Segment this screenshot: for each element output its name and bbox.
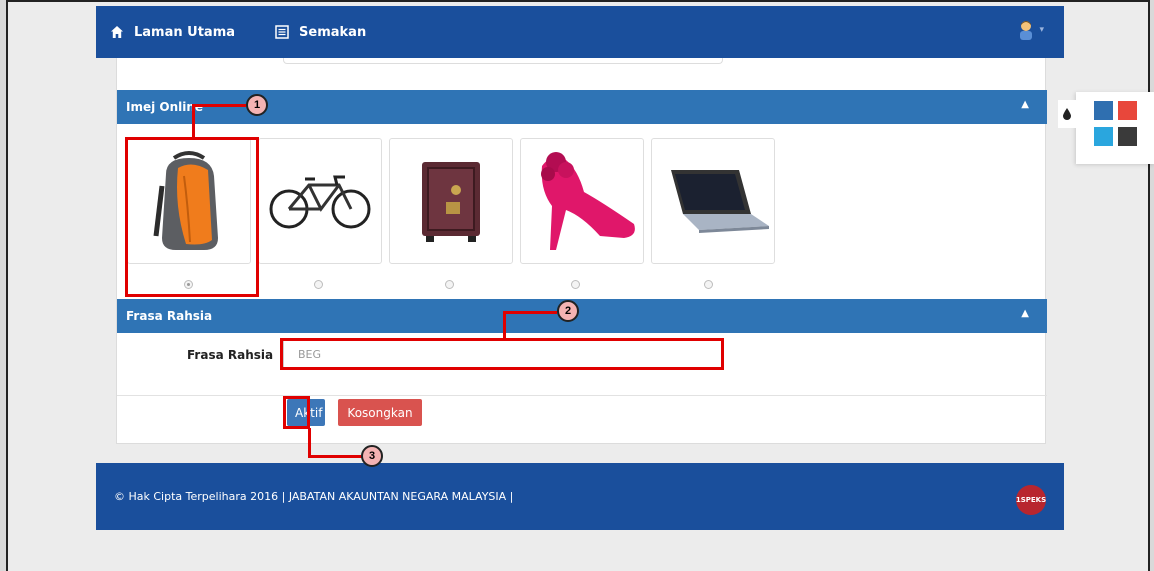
- image-radio-shoe[interactable]: [571, 280, 580, 289]
- image-radio-bicycle[interactable]: [314, 280, 323, 289]
- list-icon: [275, 25, 289, 39]
- nav-home-label: Laman Utama: [134, 24, 236, 40]
- theme-swatch-dark[interactable]: [1118, 127, 1137, 146]
- image-option-safe[interactable]: [389, 138, 513, 264]
- footer-copyright: © Hak Cipta Terpelihara 2016 | JABATAN A…: [114, 490, 514, 503]
- divider: [117, 395, 1047, 396]
- bicycle-icon: [269, 175, 371, 229]
- secret-phrase-input[interactable]: [283, 340, 723, 368]
- high-heel-shoe-icon: [541, 152, 635, 250]
- chevron-up-icon[interactable]: ▲: [1021, 99, 1029, 110]
- user-avatar-icon: [1020, 21, 1033, 40]
- theme-swatch-red[interactable]: [1118, 101, 1137, 120]
- ispeks-logo: 1SPEKS: [1016, 485, 1046, 515]
- laptop-icon: [671, 170, 769, 233]
- image-radio-backpack[interactable]: [184, 280, 193, 289]
- theme-swatch-light-blue[interactable]: [1094, 127, 1113, 146]
- logo-text: 1SPEKS: [1015, 496, 1047, 504]
- callout-3-leader-vertical: [308, 428, 311, 456]
- callout-2-leader: [503, 311, 557, 314]
- image-option-laptop[interactable]: [651, 138, 775, 264]
- theme-toggle[interactable]: [1058, 100, 1076, 128]
- callout-2-leader-vertical: [503, 311, 506, 339]
- callout-1-leader: [192, 104, 246, 107]
- image-radio-safe[interactable]: [445, 280, 454, 289]
- backpack-icon: [153, 151, 218, 250]
- top-navbar: Laman Utama Semakan ▾: [96, 6, 1064, 58]
- droplet-icon: [1063, 108, 1071, 120]
- home-icon: [111, 26, 123, 38]
- chevron-up-icon[interactable]: ▲: [1021, 308, 1029, 319]
- nav-review[interactable]: Semakan: [275, 25, 366, 40]
- image-option-shoe[interactable]: [520, 138, 644, 264]
- phrase-panel-header: Frasa Rahsia ▲: [117, 299, 1047, 333]
- callout-1: 1: [246, 94, 268, 116]
- callout-1-leader-vertical: [192, 104, 195, 138]
- nav-home[interactable]: Laman Utama: [110, 25, 235, 40]
- image-option-bicycle[interactable]: [258, 138, 382, 264]
- page-footer: © Hak Cipta Terpelihara 2016 | JABATAN A…: [96, 463, 1064, 530]
- phrase-panel-title: Frasa Rahsia: [126, 309, 213, 323]
- safe-icon: [422, 162, 480, 242]
- nav-review-label: Semakan: [299, 24, 367, 40]
- clear-button[interactable]: Kosongkan: [338, 399, 422, 426]
- theme-switcher-panel: [1058, 92, 1154, 164]
- activate-button[interactable]: Aktif: [287, 399, 325, 426]
- theme-swatch-blue[interactable]: [1094, 101, 1113, 120]
- user-menu[interactable]: ▾: [1019, 20, 1044, 40]
- callout-2: 2: [557, 300, 579, 322]
- previous-field-edge: [283, 58, 723, 64]
- chevron-down-icon: ▾: [1039, 25, 1044, 35]
- image-option-backpack[interactable]: [127, 138, 251, 264]
- callout-3-leader: [308, 455, 362, 458]
- image-radio-laptop[interactable]: [704, 280, 713, 289]
- phrase-field-label: Frasa Rahsia: [187, 348, 274, 362]
- callout-3: 3: [361, 445, 383, 467]
